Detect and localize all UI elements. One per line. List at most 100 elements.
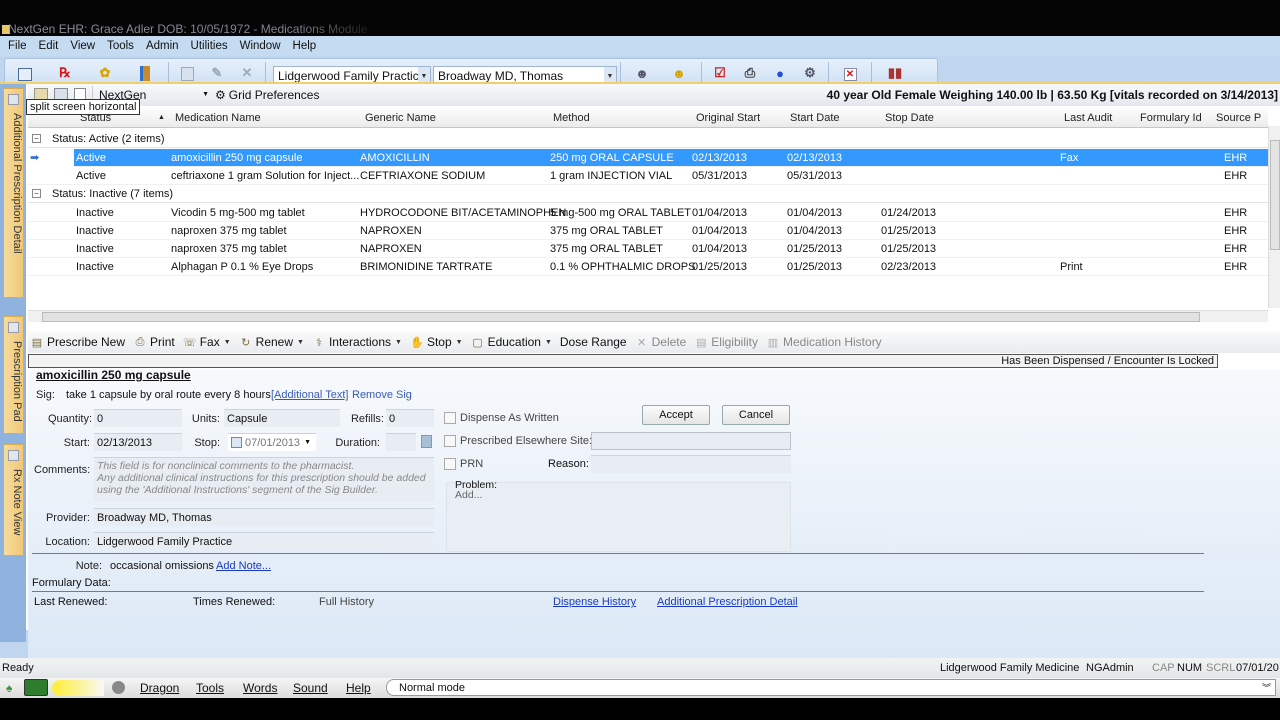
calendar-icon[interactable] bbox=[421, 435, 432, 448]
dragon-menu-words[interactable]: Words bbox=[243, 681, 277, 695]
side-tab-strip: Additional Prescription Detail Prescript… bbox=[0, 84, 26, 642]
rx-icon: ℞ bbox=[59, 65, 71, 80]
sidetab-rx-note-view[interactable]: Rx Note View bbox=[3, 444, 24, 556]
cancel-button[interactable]: Cancel bbox=[722, 405, 790, 425]
stop-button[interactable]: ✋ Stop ▼ bbox=[410, 335, 463, 349]
start-label: Start: bbox=[63, 437, 90, 449]
comments-field[interactable]: This field is for nonclinical comments t… bbox=[94, 457, 434, 501]
collapse-icon[interactable]: − bbox=[32, 189, 41, 198]
chevron-down-icon[interactable]: ▼ bbox=[456, 339, 463, 346]
history-icon: ☻ bbox=[672, 65, 686, 81]
medication-history-icon: ▥ bbox=[767, 336, 779, 349]
refills-field[interactable]: 0 bbox=[386, 409, 434, 427]
menu-admin[interactable]: Admin bbox=[142, 40, 187, 52]
menu-window[interactable]: Window bbox=[236, 40, 289, 52]
add-note-link[interactable]: Add Note... bbox=[216, 560, 271, 572]
prescribed-elsewhere-field[interactable] bbox=[591, 432, 791, 450]
menu-tools[interactable]: Tools bbox=[103, 40, 142, 52]
stop-date-picker[interactable]: 07/01/2013 ▼ bbox=[228, 433, 316, 451]
stop-icon: ✋ bbox=[410, 336, 424, 349]
sidetab-additional-prescription-detail[interactable]: Additional Prescription Detail bbox=[3, 88, 24, 298]
cell-start-date: 05/31/2013 bbox=[787, 170, 843, 182]
dragon-menu-tools[interactable]: Tools bbox=[196, 681, 224, 695]
units-field[interactable]: Capsule bbox=[224, 409, 340, 427]
cell-status: Inactive bbox=[76, 261, 114, 273]
table-row[interactable]: Inactive Vicodin 5 mg-500 mg tablet HYDROC… bbox=[28, 204, 1268, 222]
medication-history-button[interactable]: ▥ Medication History bbox=[766, 335, 882, 349]
table-row[interactable]: Active ceftriaxone 1 gram Solution for In… bbox=[28, 167, 1268, 185]
dispense-history-link[interactable]: Dispense History bbox=[553, 596, 636, 608]
chevron-down-icon[interactable]: ▼ bbox=[395, 339, 402, 346]
gear-icon: ⚙ bbox=[215, 88, 226, 102]
start-date-field[interactable]: 02/13/2013 bbox=[94, 433, 182, 451]
education-button[interactable]: ▢ Education ▼ bbox=[471, 335, 552, 349]
accept-button[interactable]: Accept bbox=[642, 405, 710, 425]
fax-button[interactable]: ☏ Fax ▼ bbox=[183, 335, 231, 349]
patient-summary: 40 year Old Female Weighing 140.00 lb | … bbox=[826, 88, 1278, 102]
col-last-audit[interactable]: Last Audit bbox=[1064, 112, 1112, 124]
table-row[interactable]: Inactive naproxen 375 mg tablet NAPROXEN 37… bbox=[28, 240, 1268, 258]
problem-add-link[interactable]: Add... bbox=[455, 489, 482, 501]
chevron-down-icon[interactable]: ▼ bbox=[304, 439, 311, 446]
menu-edit[interactable]: Edit bbox=[35, 40, 67, 52]
col-stop-date[interactable]: Stop Date bbox=[885, 112, 934, 124]
table-row[interactable]: Inactive Alphagan P 0.1 % Eye Drops BRIMON… bbox=[28, 258, 1268, 276]
chevron-down-icon[interactable]: ▼ bbox=[224, 339, 231, 346]
dose-range-button[interactable]: Dose Range bbox=[560, 335, 627, 349]
cell-method: 1 gram INJECTION VIAL bbox=[550, 170, 673, 182]
delete-button[interactable]: ✕Delete bbox=[635, 335, 686, 349]
grid-vertical-scrollbar[interactable] bbox=[1268, 126, 1280, 308]
dragon-mode-field[interactable]: Normal mode ︾ bbox=[386, 679, 1276, 696]
chevron-double-down-icon[interactable]: ︾ bbox=[1262, 681, 1271, 694]
renew-button[interactable]: ↻ Renew ▼ bbox=[239, 335, 304, 349]
sidetab-prescription-pad[interactable]: Prescription Pad bbox=[3, 316, 24, 434]
table-row[interactable]: ➡ Active amoxicillin 250 mg capsule AMOXICI… bbox=[28, 149, 1268, 167]
scroll-thumb[interactable] bbox=[42, 312, 1200, 322]
print-button[interactable]: ⎙ Print bbox=[133, 335, 175, 349]
col-start-date[interactable]: Start Date bbox=[790, 112, 840, 124]
duration-field[interactable] bbox=[386, 433, 416, 451]
collapse-icon[interactable]: − bbox=[32, 134, 41, 143]
reason-field[interactable] bbox=[591, 455, 791, 473]
prescribed-elsewhere-checkbox[interactable] bbox=[444, 435, 456, 447]
grid-horizontal-scrollbar[interactable] bbox=[28, 310, 1268, 322]
col-generic-name[interactable]: Generic Name bbox=[365, 112, 436, 124]
group-row[interactable]: − Status: Active (2 items) bbox=[28, 130, 1268, 148]
menu-file[interactable]: File bbox=[4, 40, 35, 52]
menu-help[interactable]: Help bbox=[289, 40, 325, 52]
panel-icon bbox=[8, 322, 19, 333]
additional-text-link[interactable]: [Additional Text] bbox=[271, 389, 348, 401]
additional-prescription-detail-link[interactable]: Additional Prescription Detail bbox=[657, 596, 798, 608]
table-row[interactable]: Inactive naproxen 375 mg tablet NAPROXEN 37… bbox=[28, 222, 1268, 240]
group-row[interactable]: − Status: Inactive (7 items) bbox=[28, 185, 1268, 203]
dragon-menu-dragon[interactable]: Dragon bbox=[140, 681, 179, 695]
microphone-icon[interactable] bbox=[24, 679, 48, 696]
cell-generic-name: NAPROXEN bbox=[360, 225, 422, 237]
col-method[interactable]: Method bbox=[553, 112, 590, 124]
cell-source: EHR bbox=[1224, 261, 1248, 273]
provider-field[interactable]: Broadway MD, Thomas bbox=[94, 508, 434, 526]
remove-sig-link[interactable]: Remove Sig bbox=[352, 389, 412, 401]
stop-date-checkbox[interactable] bbox=[231, 437, 242, 448]
grid-preferences-button[interactable]: ⚙ Grid Preferences bbox=[215, 88, 319, 102]
eligibility-button[interactable]: ▤ Eligibility bbox=[694, 335, 758, 349]
col-original-start[interactable]: Original Start bbox=[696, 112, 760, 124]
quantity-field[interactable]: 0 bbox=[94, 409, 182, 427]
scroll-thumb[interactable] bbox=[1270, 140, 1280, 250]
renew-icon: ↻ bbox=[241, 336, 251, 349]
location-field[interactable]: Lidgerwood Family Practice bbox=[94, 532, 434, 550]
eligibility-icon: ▤ bbox=[696, 336, 707, 349]
interactions-button[interactable]: ⚕ Interactions ▼ bbox=[312, 335, 402, 349]
menu-view[interactable]: View bbox=[66, 40, 103, 52]
dragon-menu-sound[interactable]: Sound bbox=[293, 681, 328, 695]
col-medication-name[interactable]: Medication Name bbox=[175, 112, 261, 124]
col-source[interactable]: Source P bbox=[1216, 112, 1261, 124]
prn-checkbox[interactable] bbox=[444, 458, 456, 470]
chevron-down-icon[interactable]: ▼ bbox=[297, 339, 304, 346]
chevron-down-icon[interactable]: ▼ bbox=[545, 339, 552, 346]
col-formulary-id[interactable]: Formulary Id bbox=[1140, 112, 1202, 124]
dispense-as-written-checkbox[interactable] bbox=[444, 412, 456, 424]
prescribe-new-button[interactable]: ▤ Prescribe New bbox=[30, 335, 125, 349]
dragon-menu-help[interactable]: Help bbox=[346, 681, 371, 695]
menu-utilities[interactable]: Utilities bbox=[187, 40, 236, 52]
